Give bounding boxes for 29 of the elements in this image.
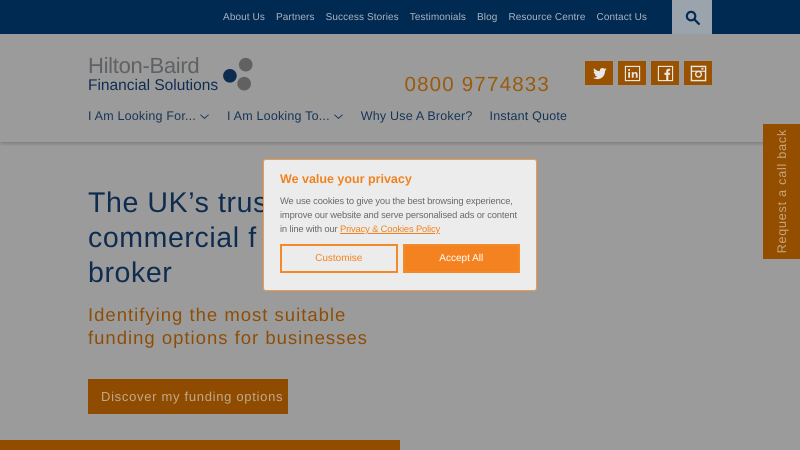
social-link[interactable] [651,61,679,85]
social-link[interactable] [618,61,646,85]
hero-subtitle: Identifying the most suitable funding options for businesses [88,304,369,349]
phone-number: 0800 9774833 [404,73,550,97]
logo-subtitle: Financial Solutions [88,77,218,95]
search-icon [684,8,700,26]
nav-link[interactable]: Testimonials [410,12,466,22]
cookie-notice-text: We use cookies to give you the best browsing experience, improve our website and serve personalised ads or content in line with our Privacy & Cookies Policy [280,194,518,236]
nav-link[interactable]: About Us [223,12,265,22]
nav-link[interactable]: Resource Centre [508,12,586,22]
search-button[interactable] [672,0,712,34]
linkedin-icon [624,64,640,82]
menu-item[interactable]: Why Use A Broker? [360,109,473,123]
camera-icon [690,64,706,82]
social-link[interactable] [585,61,613,85]
request-callback-tab[interactable]: Request a call back [763,124,800,259]
funding-options-button[interactable]: Discover my funding options [88,379,288,414]
menu-item[interactable]: I Am Looking For... [88,109,210,123]
nav-link[interactable]: Success Stories [326,12,399,22]
nav-link[interactable]: Blog [477,12,498,22]
facebook-icon [656,64,674,82]
logo-title: Hilton-Baird [88,55,200,77]
dialog-title: We value your privacy [280,172,413,186]
nav-link[interactable]: Contact Us [596,12,647,22]
accept-all-button[interactable]: Accept All [402,244,520,273]
social-link[interactable] [684,61,712,85]
menu-item[interactable]: Instant Quote [490,109,568,123]
nav-link[interactable]: Partners [276,12,315,22]
menu-item[interactable]: I Am Looking To... [227,109,344,123]
